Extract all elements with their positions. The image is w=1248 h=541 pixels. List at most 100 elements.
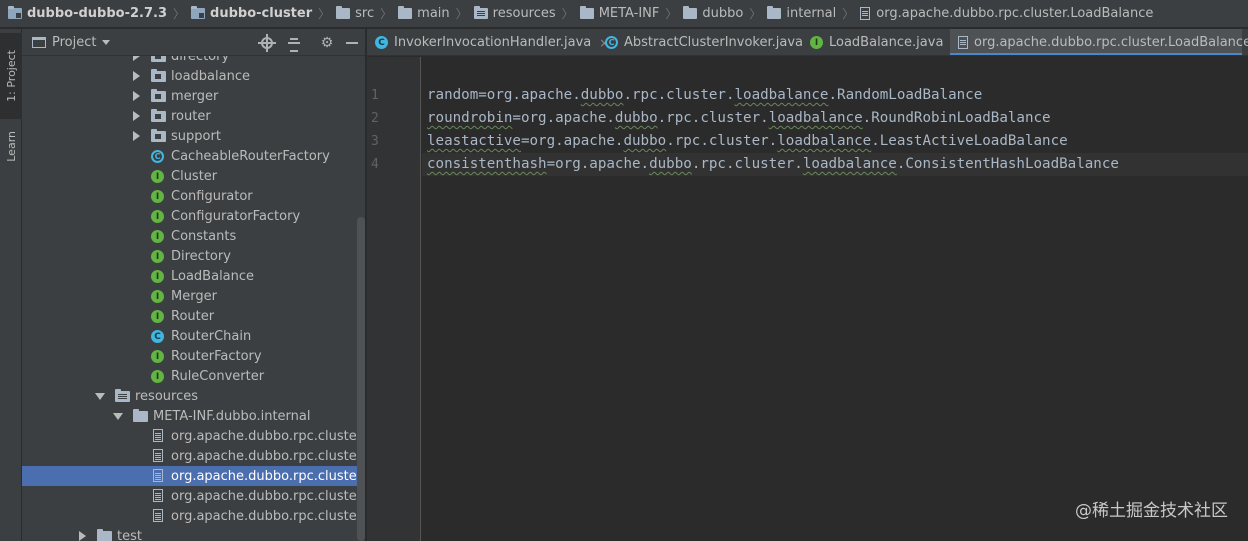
tree-row[interactable]: merger xyxy=(22,86,365,106)
abstract-class-icon: C xyxy=(151,150,164,163)
tree-row[interactable]: test xyxy=(22,526,365,541)
editor-tab[interactable]: org.apache.dubbo.rpc.cluster.LoadBalance xyxy=(950,29,1248,55)
chevron-down-icon[interactable] xyxy=(95,393,105,400)
locate-file-icon[interactable] xyxy=(258,34,276,52)
tree-row[interactable]: I LoadBalance xyxy=(22,266,365,286)
tree-row[interactable]: org.apache.dubbo.rpc.cluster.Rou xyxy=(22,506,365,526)
tree-row[interactable]: C RouterChain xyxy=(22,326,365,346)
tree-row[interactable]: org.apache.dubbo.rpc.cluster.Mer xyxy=(22,486,365,506)
code-line[interactable]: consistenthash=org.apache.dubbo.rpc.clus… xyxy=(427,153,1119,176)
interface-icon: I xyxy=(151,270,164,283)
tree-row[interactable]: I RouterFactory xyxy=(22,346,365,366)
breadcrumb-item[interactable]: src xyxy=(336,6,374,21)
editor-tab[interactable]: CAbstractClusterInvoker.java× xyxy=(597,29,821,55)
tab-label: LoadBalance.java xyxy=(829,35,944,50)
breadcrumb-item[interactable]: dubbo xyxy=(683,6,743,21)
tree-row[interactable]: I Router xyxy=(22,306,365,326)
file-icon xyxy=(153,429,163,442)
tree-row[interactable]: I Directory xyxy=(22,246,365,266)
left-tool-stripe: 1: Project Learn xyxy=(0,29,22,541)
tree-item-label: LoadBalance xyxy=(171,268,255,284)
chevron-right-icon[interactable] xyxy=(133,131,140,141)
interface-icon: I xyxy=(151,350,164,363)
tree-row[interactable]: router xyxy=(22,106,365,126)
spelling-warning-token: loadbalance xyxy=(802,156,897,172)
file-icon xyxy=(153,449,163,462)
hide-panel-icon[interactable] xyxy=(343,34,361,52)
tree-item-label: Merger xyxy=(171,288,217,304)
editor-tab[interactable]: ILoadBalance.java× xyxy=(802,29,961,55)
tree-row[interactable]: org.apache.dubbo.rpc.cluster.Loa xyxy=(22,466,365,486)
project-tool-button[interactable]: 1: Project xyxy=(0,33,22,119)
folder-icon xyxy=(398,6,413,19)
spelling-warning-token: dubbo xyxy=(614,110,658,126)
code-line[interactable]: roundrobin=org.apache.dubbo.rpc.cluster.… xyxy=(427,107,1051,130)
project-tool-label: 1: Project xyxy=(4,50,18,102)
code-line[interactable]: leastactive=org.apache.dubbo.rpc.cluster… xyxy=(427,130,1068,153)
tree-item-label: Configurator xyxy=(171,188,253,204)
tree-row[interactable]: I ConfiguratorFactory xyxy=(22,206,365,226)
breadcrumb-separator: 〉 xyxy=(842,7,855,21)
code-area[interactable]: random=org.apache. dubbo .rpc.cluster. load… xyxy=(422,57,1248,541)
tree-item-label: RouterFactory xyxy=(171,348,262,364)
module-folder-icon xyxy=(8,6,22,19)
file-icon xyxy=(153,509,163,522)
tree-row[interactable]: org.apache.dubbo.rpc.cluster.Clus xyxy=(22,426,365,446)
tree-row[interactable]: org.apache.dubbo.rpc.cluster.Con xyxy=(22,446,365,466)
spelling-warning-token: consistenthash xyxy=(427,156,547,172)
breadcrumb-item[interactable]: META-INF xyxy=(579,6,659,21)
line-number: 1 xyxy=(371,88,379,103)
project-tree-scrollbar[interactable] xyxy=(357,217,365,541)
chevron-down-icon[interactable] xyxy=(113,413,123,420)
collapse-all-icon[interactable] xyxy=(285,34,303,52)
breadcrumb-label: resources xyxy=(492,6,556,21)
interface-icon: I xyxy=(151,230,164,243)
breadcrumb-item[interactable]: dubbo-dubbo-2.7.3 xyxy=(8,6,167,21)
editor-tab[interactable]: C InvokerInvocationHandler.java × xyxy=(367,29,609,55)
code-token: random=org.apache. xyxy=(427,87,581,103)
tree-item-label: RuleConverter xyxy=(171,368,265,384)
breadcrumb-separator: 〉 xyxy=(455,7,468,21)
chevron-down-icon[interactable] xyxy=(102,39,111,45)
tree-row[interactable]: I Cluster xyxy=(22,166,365,186)
chevron-right-icon[interactable] xyxy=(133,91,140,101)
tree-row[interactable]: resources xyxy=(22,386,365,406)
breadcrumb-item[interactable]: main xyxy=(398,6,450,21)
breadcrumb-separator: 〉 xyxy=(318,7,331,21)
breadcrumb-item[interactable]: dubbo-cluster xyxy=(191,6,312,21)
file-icon xyxy=(958,36,968,49)
learn-tool-label: Learn xyxy=(4,130,18,162)
tree-row[interactable]: support xyxy=(22,126,365,146)
code-token: =org.apache. xyxy=(546,156,650,172)
tree-item-label: META-INF.dubbo.internal xyxy=(153,408,311,424)
package-folder-icon xyxy=(151,129,166,142)
code-line[interactable]: random=org.apache.dubbo.rpc.cluster.load… xyxy=(427,84,982,107)
interface-icon: I xyxy=(810,36,823,49)
chevron-right-icon[interactable] xyxy=(79,531,86,541)
tree-row[interactable]: META-INF.dubbo.internal xyxy=(22,406,365,426)
project-panel-header: Project ⚙ xyxy=(22,29,365,56)
tree-row[interactable]: loadbalance xyxy=(22,66,365,86)
breadcrumb-item[interactable]: org.apache.dubbo.rpc.cluster.LoadBalance xyxy=(860,6,1153,21)
learn-tool-button[interactable]: Learn xyxy=(0,123,22,169)
tree-row[interactable]: C CacheableRouterFactory xyxy=(22,146,365,166)
file-icon xyxy=(860,7,871,20)
tree-row[interactable]: I Configurator xyxy=(22,186,365,206)
code-token: .rpc.cluster. xyxy=(666,133,778,149)
line-number-gutter: 1 2 3 4 xyxy=(367,57,421,541)
breadcrumb-item[interactable]: resources xyxy=(473,6,556,21)
gear-icon[interactable]: ⚙ xyxy=(318,34,336,52)
code-token: .ConsistentHashLoadBalance xyxy=(896,156,1119,172)
chevron-right-icon[interactable] xyxy=(133,111,140,121)
tree-item-label: merger xyxy=(171,88,219,104)
tree-item-label: Cluster xyxy=(171,168,218,184)
tree-row[interactable]: I RuleConverter xyxy=(22,366,365,386)
tree-row[interactable]: I Merger xyxy=(22,286,365,306)
project-view-selector[interactable]: Project xyxy=(52,35,96,50)
chevron-right-icon[interactable] xyxy=(133,71,140,81)
tree-row[interactable]: I Constants xyxy=(22,226,365,246)
line-number: 2 xyxy=(371,111,379,126)
spelling-warning-token: roundrobin xyxy=(427,110,513,126)
breadcrumb-item[interactable]: internal xyxy=(767,6,836,21)
tab-label: InvokerInvocationHandler.java xyxy=(394,35,592,50)
